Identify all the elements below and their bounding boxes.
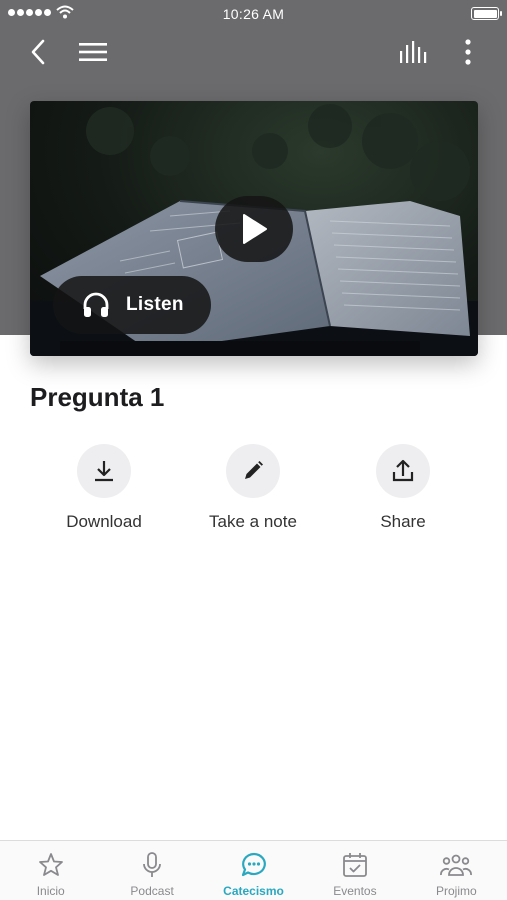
take-note-button-circle[interactable] <box>226 444 280 498</box>
bottom-tab-bar: Inicio Podcast Catecismo Eventos Projimo <box>0 840 507 900</box>
chevron-left-icon <box>31 39 45 65</box>
download-button-circle[interactable] <box>77 444 131 498</box>
share-button-circle[interactable] <box>376 444 430 498</box>
equalizer-icon <box>400 41 427 63</box>
headphones-icon <box>83 292 109 317</box>
tab-label: Inicio <box>36 884 65 898</box>
download-icon <box>95 461 113 482</box>
action-row: Download Take a note Share <box>0 444 507 544</box>
more-options-button[interactable] <box>448 32 488 72</box>
page-title: Pregunta 1 <box>30 382 165 412</box>
tab-projimo[interactable]: Projimo <box>406 841 507 900</box>
star-icon <box>38 853 63 876</box>
tab-catecismo[interactable]: Catecismo <box>203 841 304 900</box>
microphone-icon <box>143 852 162 877</box>
listen-label: Listen <box>126 294 184 315</box>
hero-image: Listen <box>30 101 478 356</box>
tab-label: Eventos <box>333 884 377 898</box>
status-time: 10:26 AM <box>222 6 285 22</box>
take-note-label: Take a note <box>209 512 297 531</box>
share-label: Share <box>380 512 426 531</box>
tab-label: Projimo <box>435 884 477 898</box>
more-vertical-icon <box>465 39 471 65</box>
pencil-icon <box>245 461 263 479</box>
hamburger-menu-icon <box>79 43 107 61</box>
top-navigation <box>0 32 507 74</box>
chat-bubble-icon <box>241 852 266 877</box>
play-icon <box>243 214 267 244</box>
listen-button[interactable]: Listen <box>53 276 211 334</box>
tab-inicio[interactable]: Inicio <box>0 841 101 900</box>
download-button[interactable]: Download <box>29 444 179 532</box>
take-note-button[interactable]: Take a note <box>178 444 328 532</box>
tab-label: Catecismo <box>223 884 284 898</box>
status-bar: 10:26 AM <box>0 0 507 28</box>
share-icon <box>392 459 414 482</box>
equalizer-button[interactable] <box>394 32 434 72</box>
share-button[interactable]: Share <box>328 444 478 532</box>
tab-podcast[interactable]: Podcast <box>101 841 202 900</box>
play-button[interactable] <box>215 196 293 262</box>
tab-eventos[interactable]: Eventos <box>304 841 405 900</box>
people-icon <box>440 854 473 876</box>
download-label: Download <box>66 512 142 531</box>
tab-label: Podcast <box>130 884 174 898</box>
battery-icon <box>471 7 502 20</box>
calendar-check-icon <box>343 853 367 877</box>
menu-button[interactable] <box>73 32 113 72</box>
back-button[interactable] <box>18 32 58 72</box>
